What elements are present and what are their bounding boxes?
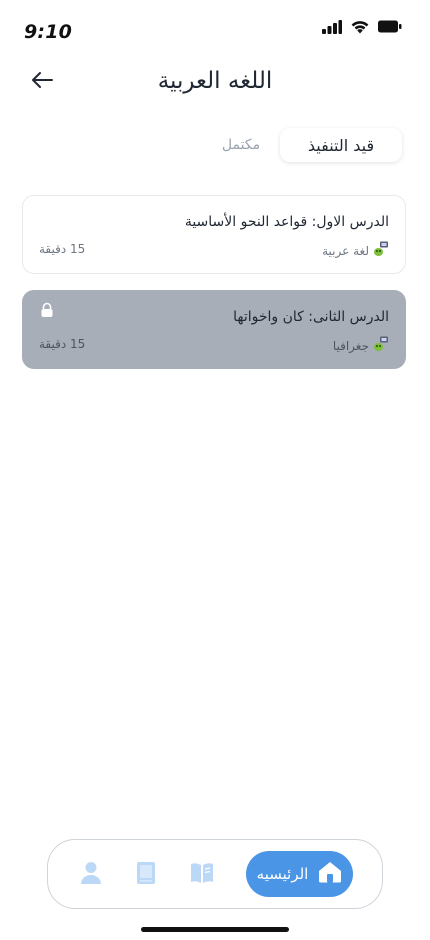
nav-reading[interactable] [189,862,215,888]
signal-icon [322,19,342,34]
tab-in-progress[interactable]: قيد التنفيذ [280,128,402,162]
nav-home-button[interactable]: الرئيسيه [246,851,353,897]
lesson-title: الدرس الاول: قواعد النحو الأساسية [184,214,389,230]
nav-home-label: الرئيسيه [256,865,309,883]
bottom-nav: الرئيسيه [47,839,383,909]
lesson-card[interactable]: الدرس الاول: قواعد النحو الأساسية لغة عر… [22,195,406,274]
subject-icon [373,336,389,355]
page-title: اللغه العربية [157,68,273,94]
home-icon [318,861,342,887]
lesson-subject: جغرافيا [333,336,389,355]
profile-icon [80,861,102,889]
home-indicator [141,927,289,932]
lesson-title: الدرس الثانى: كان واخواتها [233,309,389,325]
status-time: 9:10 [24,21,73,43]
battery-icon [378,20,402,33]
subject-label: لغة عربية [322,243,369,258]
tab-completed[interactable]: مكتمل [200,128,282,162]
wifi-icon [350,19,370,34]
header: اللغه العربية [0,60,430,110]
subject-icon [373,241,389,260]
open-book-icon [190,862,214,888]
nav-book[interactable] [133,862,159,888]
lesson-card-locked[interactable]: الدرس الثانى: كان واخواتها جغرافيا 15 دق… [22,290,406,369]
tab-bar: قيد التنفيذ مكتمل [0,128,430,164]
status-icons [322,19,402,34]
book-icon [135,861,157,889]
lock-icon [39,302,55,322]
nav-profile[interactable] [78,862,104,888]
lesson-duration: 15 دقيقة [39,242,86,256]
lesson-duration: 15 دقيقة [39,337,86,351]
lesson-subject: لغة عربية [322,241,389,260]
subject-label: جغرافيا [332,338,369,353]
status-bar: 9:10 [0,0,430,60]
